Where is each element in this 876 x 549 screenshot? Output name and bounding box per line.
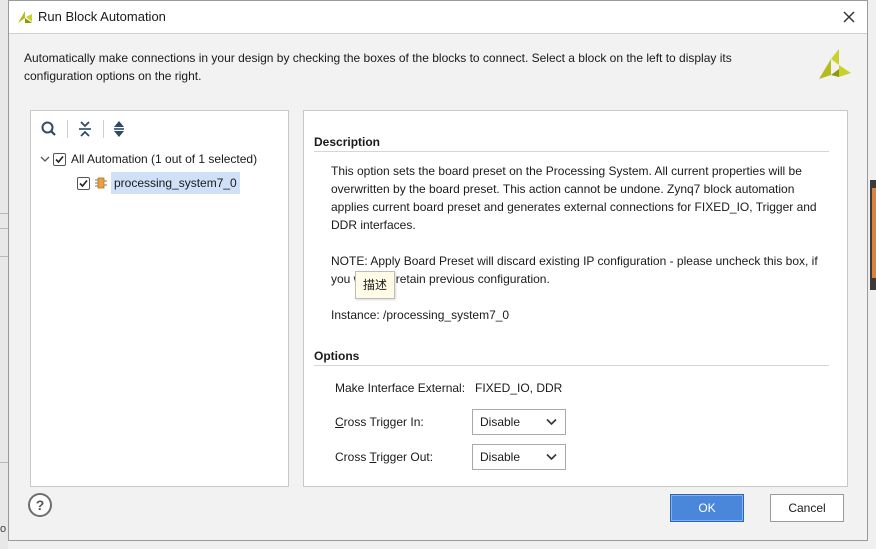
- xilinx-app-icon: [18, 11, 32, 23]
- intro-text: Automatically make connections in your d…: [24, 51, 732, 83]
- description-heading: Description: [314, 135, 381, 149]
- title-bar: Run Block Automation: [9, 1, 867, 33]
- mnemonic-letter: C: [335, 415, 344, 429]
- description-paragraph-1: This option sets the board preset on the…: [331, 164, 817, 232]
- background-divider: [0, 462, 8, 463]
- run-block-automation-dialog: Run Block Automation Automatically make …: [8, 0, 868, 541]
- instance-path: Instance: /processing_system7_0: [331, 308, 510, 322]
- checkmark-icon: [55, 155, 64, 163]
- options-divider: [314, 365, 829, 366]
- block-tree-panel: All Automation (1 out of 1 selected) pro…: [30, 110, 289, 487]
- cross-trigger-out-select[interactable]: Disable: [472, 444, 566, 470]
- chevron-down-icon: [546, 453, 557, 461]
- make-external-label: Make Interface External:: [335, 381, 466, 395]
- cancel-button[interactable]: Cancel: [770, 494, 844, 522]
- tree-child-label[interactable]: processing_system7_0: [111, 172, 240, 194]
- tree-toolbar: [31, 111, 288, 147]
- tree-child-row[interactable]: processing_system7_0: [77, 172, 240, 194]
- chevron-down-icon: [546, 418, 557, 426]
- ok-button[interactable]: OK: [670, 494, 744, 522]
- background-divider: [0, 256, 8, 257]
- cross-trigger-in-label: Cross Trigger In:: [335, 415, 424, 429]
- cross-trigger-in-select[interactable]: Disable: [472, 409, 566, 435]
- title-separator: [9, 33, 867, 34]
- description-divider: [314, 151, 829, 152]
- make-external-value: FIXED_IO, DDR: [475, 381, 563, 395]
- chevron-down-icon[interactable]: [39, 153, 51, 165]
- search-icon: [41, 121, 56, 136]
- help-button[interactable]: ?: [28, 493, 52, 517]
- description-paragraph-2: NOTE: Apply Board Preset will discard ex…: [331, 254, 818, 286]
- background-app-highlight: [872, 188, 876, 278]
- close-button[interactable]: [837, 5, 861, 29]
- search-button[interactable]: [39, 119, 59, 139]
- processing-system-checkbox[interactable]: [77, 176, 90, 190]
- cross-trigger-out-label: Cross Trigger Out:: [335, 450, 433, 464]
- tooltip: 描述: [355, 271, 396, 299]
- expand-all-icon: [114, 121, 124, 137]
- xilinx-logo-icon: [819, 49, 851, 79]
- dialog-title: Run Block Automation: [38, 9, 166, 24]
- close-icon: [843, 11, 855, 23]
- background-app-edge: [0, 0, 8, 549]
- collapse-all-icon: [79, 121, 91, 137]
- tree-root-row[interactable]: All Automation (1 out of 1 selected): [39, 148, 257, 170]
- toolbar-divider: [103, 120, 104, 138]
- select-value: Disable: [480, 415, 521, 429]
- ip-block-icon: [95, 177, 107, 189]
- tree-root-label: All Automation (1 out of 1 selected): [71, 152, 258, 166]
- background-divider: [0, 228, 8, 229]
- label-text: rigger Out:: [376, 450, 434, 464]
- all-automation-checkbox[interactable]: [53, 152, 66, 166]
- background-app-text: o: [0, 523, 7, 535]
- label-text: Cross: [335, 450, 370, 464]
- collapse-all-button[interactable]: [75, 119, 95, 139]
- background-divider: [0, 213, 8, 214]
- toolbar-divider: [67, 120, 68, 138]
- expand-all-button[interactable]: [109, 119, 129, 139]
- label-text: ross Trigger In:: [343, 415, 424, 429]
- options-heading: Options: [314, 349, 360, 363]
- select-value: Disable: [480, 450, 521, 464]
- checkmark-icon: [79, 179, 88, 187]
